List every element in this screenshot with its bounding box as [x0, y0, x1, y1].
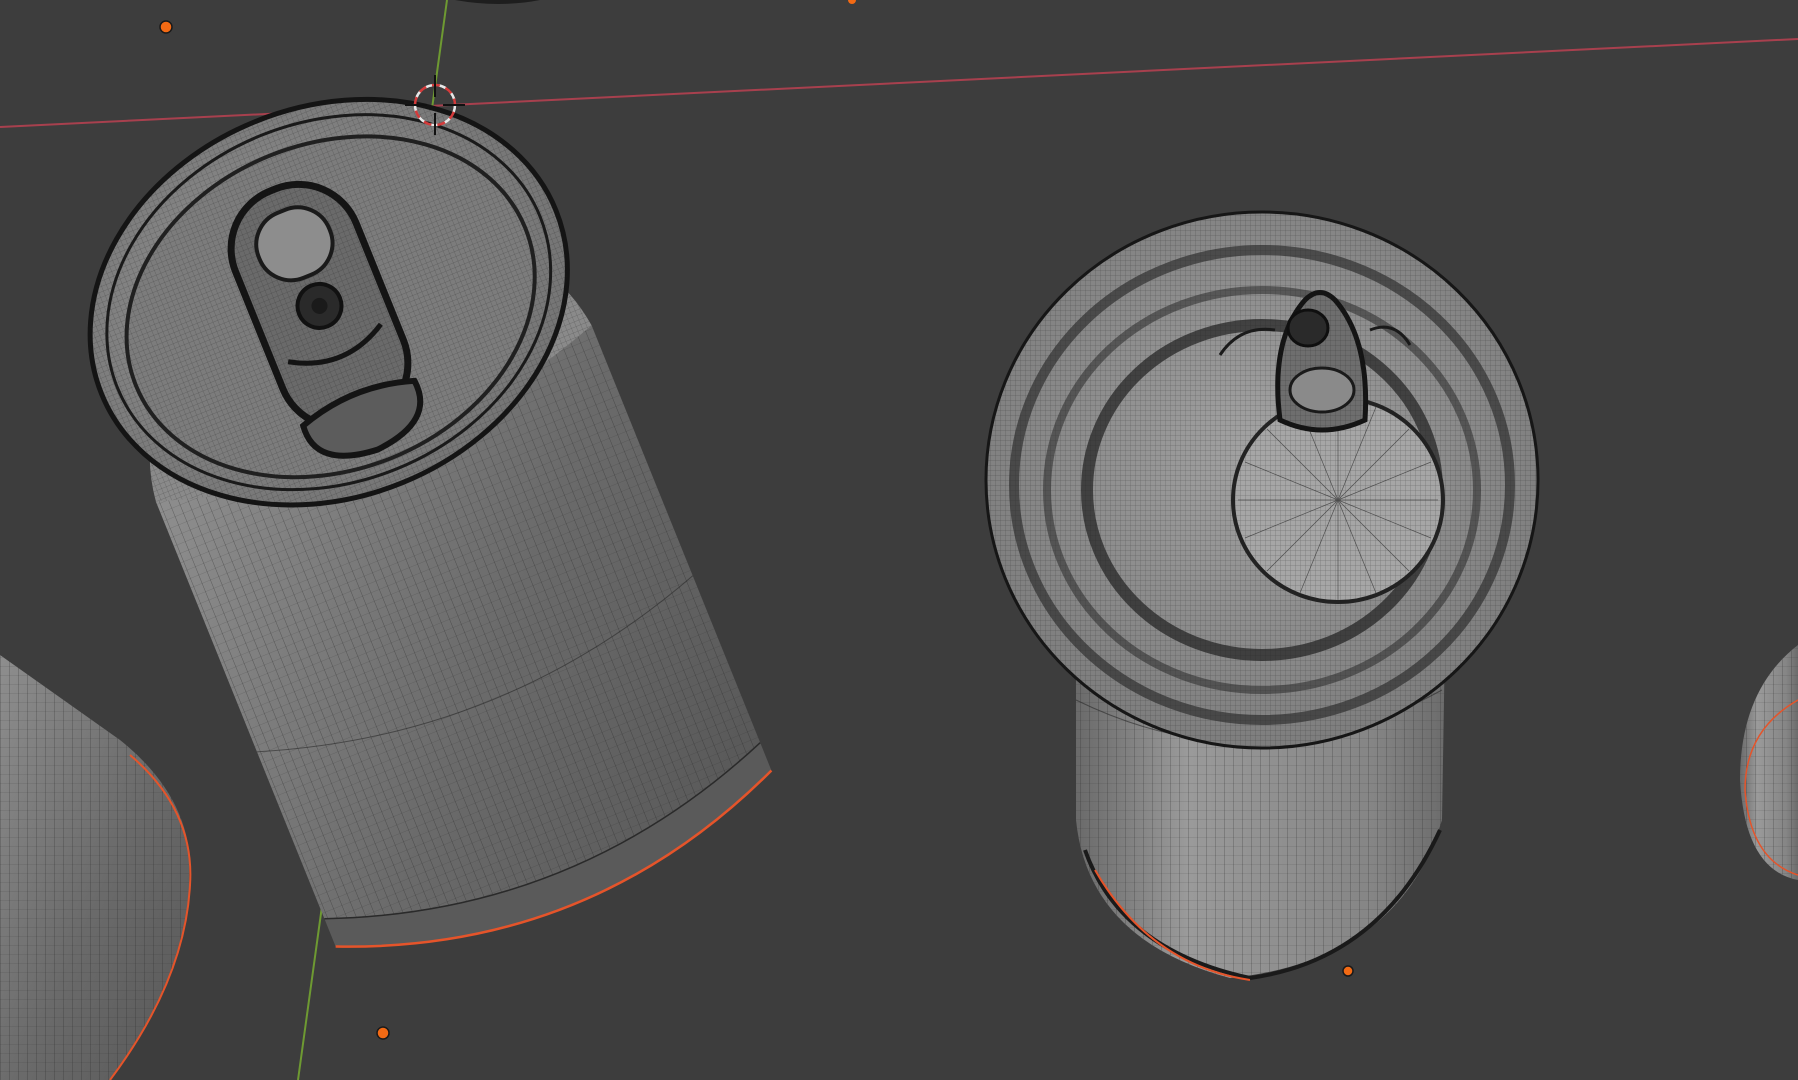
object-origin-dot[interactable]	[376, 1026, 390, 1040]
can-short-ring-pull[interactable]	[984, 210, 1540, 981]
object-origin-dot[interactable]	[1342, 965, 1354, 977]
object-origin-dot[interactable]	[159, 20, 173, 34]
can-partial-right[interactable]	[1740, 645, 1798, 880]
object-partial-top[interactable]	[455, 0, 540, 4]
object-origin-dot[interactable]	[848, 0, 856, 4]
3d-viewport[interactable]	[0, 0, 1798, 1080]
can-partial-left[interactable]	[0, 655, 192, 1080]
viewport-canvas[interactable]	[0, 0, 1798, 1080]
